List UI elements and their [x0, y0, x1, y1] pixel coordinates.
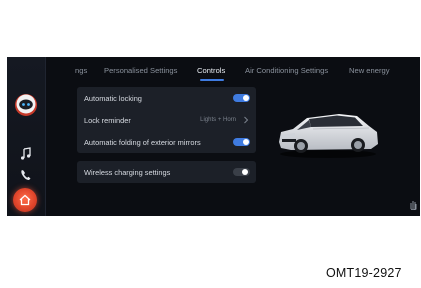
lock-reminder-value: Lights + Horn — [200, 117, 236, 123]
tab-personalised-settings[interactable]: Personalised Settings — [104, 66, 177, 75]
tab-settings[interactable]: ngs — [75, 66, 87, 75]
tab-controls[interactable]: Controls — [197, 66, 225, 75]
vehicle-image — [279, 114, 378, 158]
phone-icon[interactable] — [17, 166, 35, 184]
toggle-knob — [242, 169, 248, 175]
home-button[interactable] — [13, 188, 37, 212]
voice-assistant-icon[interactable] — [13, 92, 39, 118]
figure-code: OMT19-2927 — [326, 266, 402, 280]
hand-gesture-icon[interactable] — [408, 198, 418, 210]
active-tab-indicator — [200, 79, 224, 81]
mirror-folding-label: Automatic folding of exterior mirrors — [84, 138, 201, 147]
mirror-folding-row[interactable]: Automatic folding of exterior mirrors — [77, 131, 256, 153]
lock-reminder-label: Lock reminder — [84, 116, 131, 125]
lock-reminder-row[interactable]: Lock reminder Lights + Horn — [77, 109, 256, 131]
toggle-knob — [243, 139, 249, 145]
settings-tab-bar: ngs Personalised Settings Controls Air C… — [7, 57, 420, 87]
wireless-charging-label: Wireless charging settings — [84, 168, 171, 177]
tab-new-energy[interactable]: New energy — [349, 66, 390, 75]
tab-air-conditioning-settings[interactable]: Air Conditioning Settings — [245, 66, 328, 75]
wireless-charging-toggle[interactable] — [233, 168, 250, 176]
music-icon[interactable] — [17, 145, 35, 163]
home-icon — [19, 194, 31, 206]
automatic-locking-label: Automatic locking — [84, 94, 142, 103]
wireless-charging-panel: Wireless charging settings — [77, 161, 256, 183]
chevron-right-icon — [244, 116, 249, 124]
infotainment-screen: ngs Personalised Settings Controls Air C… — [7, 57, 420, 216]
mirror-folding-toggle[interactable] — [233, 138, 250, 146]
controls-settings-panel: Automatic locking Lock reminder Lights +… — [77, 87, 256, 153]
automatic-locking-toggle[interactable] — [233, 94, 250, 102]
automatic-locking-row[interactable]: Automatic locking — [77, 87, 256, 109]
toggle-knob — [243, 95, 249, 101]
wireless-charging-row[interactable]: Wireless charging settings — [77, 161, 256, 183]
